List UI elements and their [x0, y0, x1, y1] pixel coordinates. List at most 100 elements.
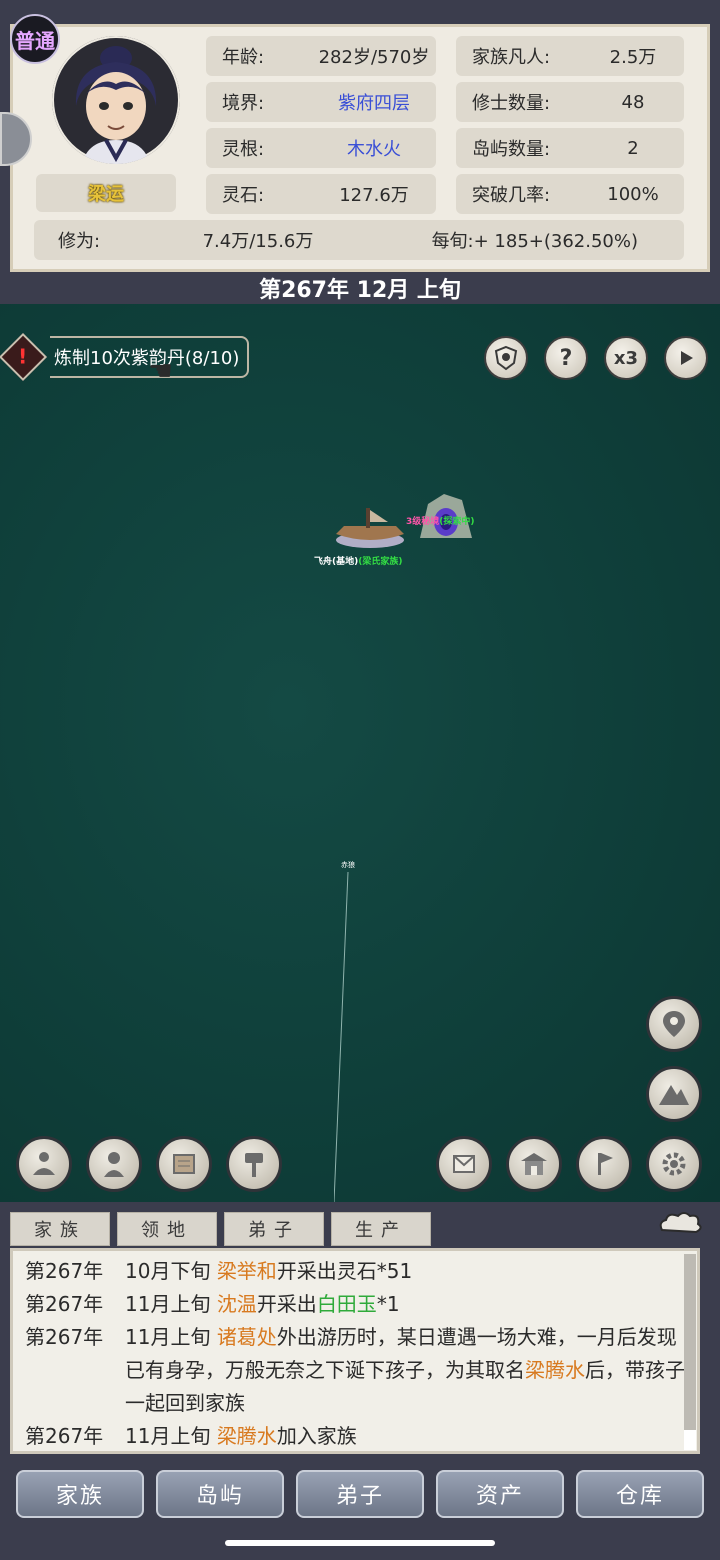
help-button[interactable]: ? [544, 336, 588, 380]
log-year: 第267年 [25, 1259, 104, 1283]
hammer-button[interactable] [226, 1136, 282, 1192]
shield-icon [494, 345, 518, 371]
stat-value: 木水火 [347, 139, 401, 160]
alert-icon: ! [0, 332, 48, 382]
quest-tracker[interactable]: ! 炼制10次紫韵丹(8/10) [0, 332, 250, 382]
event-log[interactable]: 第267年 10月下旬 梁举和开采出灵石*51 第267年 11月上旬 沈温开采出白田… [10, 1248, 700, 1454]
nav-islands[interactable]: 岛屿 [156, 1470, 284, 1518]
stat-value: 100% [607, 183, 659, 205]
per-period-gain: 每旬:+ 185+(362.50%) [431, 231, 638, 252]
log-text: 10月下旬 梁举和开采出灵石*51 [125, 1255, 697, 1288]
stat-mortals: 家族凡人: 2.5万 [456, 36, 684, 76]
log-text: 11月上旬 沈温开采出白田玉*1 [125, 1288, 697, 1321]
log-scrollbar-thumb[interactable] [684, 1430, 696, 1450]
log-year: 第267年 [25, 1292, 104, 1316]
character-button[interactable] [86, 1136, 142, 1192]
flag-button[interactable] [576, 1136, 632, 1192]
person-icon [104, 1152, 124, 1177]
log-fragment: 11月上旬 [125, 1325, 217, 1349]
log-tab-disciples[interactable]: 弟子 [224, 1212, 324, 1246]
log-year: 第267年 [25, 1424, 104, 1448]
cloud-icon[interactable] [656, 1210, 704, 1240]
nav-disciples[interactable]: 弟子 [296, 1470, 424, 1518]
home-indicator[interactable] [225, 1540, 495, 1546]
log-tab-territory[interactable]: 领地 [117, 1212, 217, 1246]
map-pin-icon [663, 1011, 685, 1037]
play-icon [681, 351, 693, 365]
emblem-button[interactable] [484, 336, 528, 380]
log-fragment: *1 [376, 1292, 400, 1316]
nav-assets[interactable]: 资产 [436, 1470, 564, 1518]
hammer-icon [245, 1153, 263, 1177]
mountain-button[interactable] [646, 1066, 702, 1122]
world-map[interactable] [0, 304, 720, 1202]
log-entry: 第267年 11月上旬 沈温开采出白田玉*1 [13, 1288, 697, 1321]
stat-spirit-root: 灵根: 木水火 [206, 128, 436, 168]
nav-family[interactable]: 家族 [16, 1470, 144, 1518]
stat-value: 2.5万 [609, 47, 657, 68]
stat-label: 年龄: [222, 47, 265, 68]
stat-value: 2 [627, 137, 639, 159]
log-fragment: 10月下旬 [125, 1259, 217, 1283]
stat-label: 家族凡人: [472, 47, 551, 68]
stat-realm: 境界: 紫府四层 [206, 82, 436, 122]
character-portrait[interactable] [52, 36, 180, 164]
mountain-icon [659, 1085, 689, 1105]
location-button[interactable] [646, 996, 702, 1052]
speed-button[interactable]: x3 [604, 336, 648, 380]
log-entry: 第267年 10月下旬 梁举和开采出灵石*51 [13, 1255, 697, 1288]
log-tab-production[interactable]: 生产 [331, 1212, 431, 1246]
log-year: 第267年 [25, 1325, 104, 1349]
rank-badge: 普通 [10, 14, 60, 64]
temple-icon [521, 1153, 547, 1175]
stat-label: 灵根: [222, 139, 265, 160]
log-list: 第267年 10月下旬 梁举和开采出灵石*51 第267年 11月上旬 沈温开采出白田… [13, 1251, 697, 1451]
gear-icon [662, 1152, 686, 1176]
log-fragment: 开采出 [256, 1292, 317, 1316]
stat-value: 127.6万 [339, 185, 409, 206]
letters-button[interactable] [436, 1136, 492, 1192]
settings-button[interactable] [646, 1136, 702, 1192]
stat-value: 282岁/570岁 [318, 47, 430, 68]
airship-label: 飞舟(基地)(梁氏家族) [314, 557, 403, 567]
play-button[interactable] [664, 336, 708, 380]
letter-icon [453, 1155, 475, 1173]
log-text: 11月上旬 梁腾水加入家族 [125, 1420, 697, 1451]
building-button[interactable] [506, 1136, 562, 1192]
scroll-icon [173, 1154, 195, 1174]
log-highlight: 梁腾水 [216, 1424, 277, 1448]
character-name: 梁运 [36, 174, 176, 212]
meditate-icon [33, 1152, 55, 1175]
stat-label: 境界: [222, 93, 265, 114]
stat-breakthrough: 突破几率: 100% [456, 174, 684, 214]
secret-realm-label: 3级秘境(探索中) [406, 517, 475, 527]
log-highlight: 梁腾水 [525, 1358, 585, 1382]
meditation-button[interactable] [16, 1136, 72, 1192]
current-date: 第267年 12月 上旬 [259, 278, 461, 303]
stat-label: 岛屿数量: [472, 139, 551, 160]
airship-base[interactable] [330, 506, 410, 552]
log-scrollbar[interactable] [684, 1254, 696, 1450]
flag-icon [598, 1153, 613, 1175]
cultivation-label: 修为: [58, 231, 101, 252]
stat-age: 年龄: 282岁/570岁 [206, 36, 436, 76]
stat-label: 突破几率: [472, 185, 551, 206]
stat-value: 48 [621, 91, 645, 113]
pointing-hand-icon: ☚ [148, 354, 174, 387]
stat-spirit-stones: 灵石: 127.6万 [206, 174, 436, 214]
cultivation-row: 修为: 7.4万/15.6万 每旬:+ 185+(362.50%) [34, 220, 684, 260]
log-tab-family[interactable]: 家族 [10, 1212, 110, 1246]
log-highlight: 梁举和 [216, 1259, 277, 1283]
stat-label: 灵石: [222, 185, 265, 206]
log-entry: 第267年 11月上旬 诸葛处外出游历时，某日遭遇一场大难，一月后发现已有身孕，万… [13, 1321, 697, 1420]
travel-path [333, 871, 354, 1203]
scroll-button[interactable] [156, 1136, 212, 1192]
stat-value: 紫府四层 [338, 93, 410, 114]
log-fragment: 开采出灵石*51 [276, 1259, 413, 1283]
stat-label: 修士数量: [472, 93, 551, 114]
nav-warehouse[interactable]: 仓库 [576, 1470, 704, 1518]
log-highlight: 沈温 [216, 1292, 257, 1316]
cultivation-value: 7.4万/15.6万 [202, 231, 314, 252]
unit-marker-label: 赤狼 [341, 861, 355, 869]
log-fragment: 11月上旬 [125, 1424, 217, 1448]
